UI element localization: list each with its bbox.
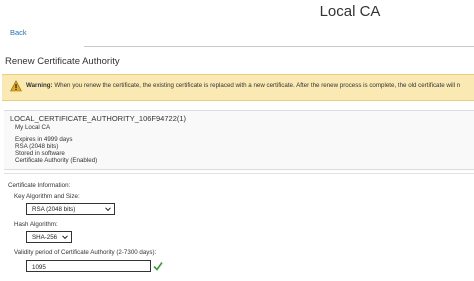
warning-message: When you renew the certificate, the exis… <box>54 82 461 89</box>
warning-label: Warning: <box>26 82 53 89</box>
checkmark-icon <box>153 262 163 271</box>
key-algorithm-value: RSA (2048 bits) <box>32 206 76 213</box>
ca-detail-storage: Stored in software <box>15 150 65 157</box>
warning-text: Warning: When you renew the certificate,… <box>26 82 460 89</box>
ca-subtitle: My Local CA <box>15 124 51 131</box>
key-algorithm-select[interactable]: RSA (2048 bits) <box>26 203 115 215</box>
validity-period-input[interactable] <box>26 260 151 272</box>
key-algorithm-label: Key Algorithm and Size: <box>14 193 80 200</box>
warning-triangle-icon <box>10 80 22 92</box>
header-divider <box>84 46 474 47</box>
chevron-down-icon <box>105 207 111 212</box>
chevron-down-icon <box>62 235 68 240</box>
ca-detail-status: Certificate Authority (Enabled) <box>15 157 98 164</box>
certificate-info-heading: Certificate Information: <box>8 182 71 189</box>
ca-detail-expiry: Expires in 4999 days <box>15 136 73 143</box>
page-title: Local CA <box>319 3 381 20</box>
back-link[interactable]: Back <box>10 28 27 37</box>
hash-algorithm-select[interactable]: SHA-256 <box>26 231 72 243</box>
panel-divider <box>4 173 474 174</box>
hash-algorithm-value: SHA-256 <box>32 234 58 241</box>
validity-period-label: Validity period of Certificate Authority… <box>14 249 157 256</box>
hash-algorithm-label: Hash Algorithm: <box>14 221 58 228</box>
section-title: Renew Certificate Authority <box>5 56 120 67</box>
ca-detail-key: RSA (2048 bits) <box>15 143 59 150</box>
ca-name: LOCAL_CERTIFICATE_AUTHORITY_106F94722(1) <box>10 114 187 123</box>
